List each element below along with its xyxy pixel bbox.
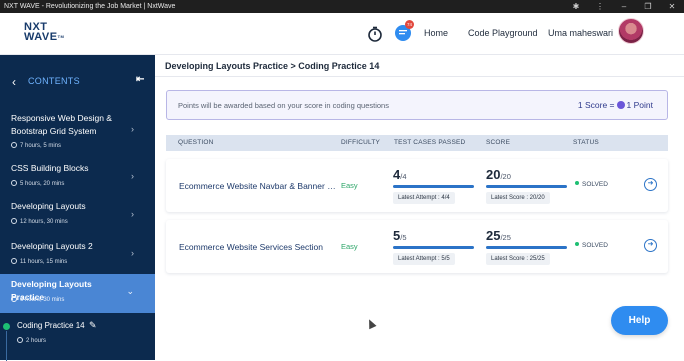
sidebar-item-css-building-blocks[interactable]: CSS Building Blocks 5 hours, 20 mins › [0,153,155,191]
user-name[interactable]: Uma maheswari [548,28,613,38]
column-score: SCORE [486,139,511,146]
collapse-sidebar-icon[interactable]: ⇤ [136,74,144,85]
score-value: 25/25 [486,228,511,243]
latest-score-chip: Latest Score : 25/25 [486,253,550,265]
help-button[interactable]: Help [611,306,668,335]
sidebar-item-label: Developing Layouts 2 [11,241,93,251]
chevron-right-icon: › [131,248,134,258]
top-navbar: NXT WAVETM 74 Home Code Playground Uma m… [0,13,684,55]
column-status: STATUS [573,139,599,146]
score-conversion: 1 Score = 1 Point [577,100,653,110]
coin-icon [616,101,625,109]
maximize-button[interactable]: ❐ [636,0,660,13]
question-title[interactable]: Ecommerce Website Navbar & Banner Sectio… [179,181,339,191]
difficulty-label: Easy [341,181,358,190]
latest-score-chip: Latest Score : 20/20 [486,192,550,204]
clock-icon [11,258,17,264]
nav-home-link[interactable]: Home [424,28,448,38]
sidebar-item-label: Responsive Web Design & Bootstrap Grid S… [11,113,112,136]
clock-icon [11,142,17,148]
edit-icon[interactable]: ✎ [89,320,97,331]
course-sidebar: ‹ CONTENTS ⇤ Responsive Web Design & Boo… [0,55,155,361]
main-content: Developing Layouts Practice > Coding Pra… [155,55,684,360]
sidebar-item-developing-layouts[interactable]: Developing Layouts 12 hours, 30 mins › [0,191,155,229]
points-info-message: Points will be awarded based on your sco… [178,101,389,110]
sidebar-item-developing-layouts-2[interactable]: Developing Layouts 2 11 hours, 15 mins › [0,229,155,273]
timer-icon[interactable] [366,25,384,43]
score-progress-bar [486,185,567,188]
sidebar-header: ‹ CONTENTS ⇤ [0,55,155,107]
clock-icon [17,337,23,343]
sidebar-item-time: 6 hours, 30 mins [11,296,64,303]
score-progress-bar [486,246,567,249]
column-difficulty: DIFFICULTY [341,139,381,146]
score-value: 20/20 [486,167,511,182]
sidebar-subitem-time: 2 hours [17,337,46,344]
sidebar-item-time: 5 hours, 20 mins [11,180,64,187]
completed-check-icon [3,323,10,330]
sidebar-item-developing-layouts-practice[interactable]: Developing Layouts Practice 6 hours, 30 … [0,274,155,313]
clock-icon [11,218,17,224]
sidebar-item-responsive-web-design[interactable]: Responsive Web Design & Bootstrap Grid S… [0,107,155,153]
sidebar-item-label: CSS Building Blocks [11,163,89,173]
latest-attempt-chip: Latest Attempt : 4/4 [393,192,455,204]
table-row[interactable]: Ecommerce Website Services Section Easy … [166,220,668,273]
avatar[interactable] [618,18,644,44]
test-cases-progress-bar [393,246,474,249]
chevron-right-icon: › [131,171,134,181]
minimize-button[interactable]: – [612,0,636,13]
sidebar-item-label: Developing Layouts [11,201,86,211]
sidebar-subitem-label: Coding Practice 14 [17,321,85,330]
test-cases-progress-bar [393,185,474,188]
back-chevron-icon[interactable]: ‹ [12,75,16,89]
status-badge: SOLVED [575,242,608,249]
sidebar-item-time: 7 hours, 5 mins [11,142,61,149]
points-info-banner: Points will be awarded based on your sco… [166,90,668,120]
chevron-down-icon: ⌄ [126,286,134,296]
latest-attempt-chip: Latest Attempt : 5/5 [393,253,455,265]
sidebar-item-time: 11 hours, 15 mins [11,258,67,265]
chat-count-badge: 74 [405,20,414,29]
open-question-arrow-icon[interactable]: ➜ [644,239,657,252]
column-test-cases: TEST CASES PASSED [394,139,466,146]
table-row[interactable]: Ecommerce Website Navbar & Banner Sectio… [166,159,668,212]
question-title[interactable]: Ecommerce Website Services Section [179,242,339,252]
breadcrumb: Developing Layouts Practice > Coding Pra… [165,61,380,71]
window-title: NXT WAVE - Revolutionizing the Job Marke… [4,3,176,10]
status-badge: SOLVED [575,181,608,188]
extensions-icon[interactable]: ✱ [564,0,588,13]
open-question-arrow-icon[interactable]: ➜ [644,178,657,191]
test-cases-passed: 4/4 [393,167,407,182]
clock-icon [11,296,17,302]
table-header: QUESTION DIFFICULTY TEST CASES PASSED SC… [166,135,668,151]
column-question: QUESTION [178,139,214,146]
sidebar-subitem-coding-practice-14[interactable]: Coding Practice 14 ✎ 2 hours [0,314,155,361]
chevron-right-icon: › [131,124,134,134]
clock-icon [11,180,17,186]
close-button[interactable]: ✕ [660,0,684,13]
nxtwave-logo[interactable]: NXT WAVETM [24,22,64,43]
test-cases-passed: 5/5 [393,228,407,243]
difficulty-label: Easy [341,242,358,251]
menu-icon[interactable]: ⋮ [588,0,612,13]
sidebar-title: CONTENTS [28,76,80,86]
sidebar-item-time: 12 hours, 30 mins [11,218,68,225]
window-titlebar: NXT WAVE - Revolutionizing the Job Marke… [0,0,684,13]
nav-code-playground-link[interactable]: Code Playground [468,28,538,38]
chevron-right-icon: › [131,209,134,219]
